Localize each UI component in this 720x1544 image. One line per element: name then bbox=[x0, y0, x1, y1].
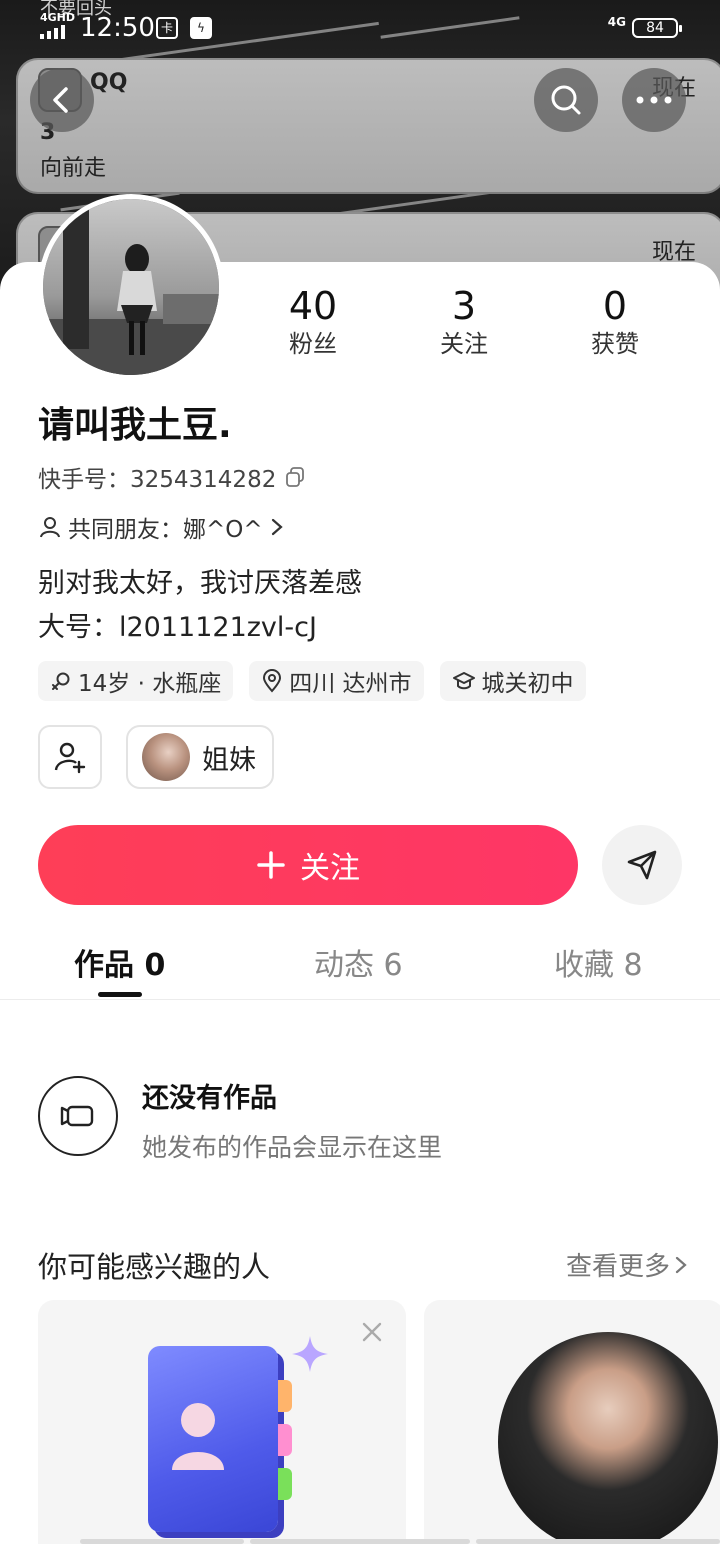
close-icon[interactable] bbox=[358, 1318, 386, 1346]
cellular-4g: 4G bbox=[607, 15, 626, 29]
add-person-icon bbox=[54, 742, 86, 774]
person-icon bbox=[40, 517, 60, 538]
stat-value: 40 bbox=[288, 284, 338, 328]
tag-age: 14岁 · 水瓶座 bbox=[38, 661, 234, 701]
recommended-user-avatar bbox=[498, 1332, 718, 1544]
see-more-link[interactable]: 查看更多 bbox=[566, 1246, 688, 1283]
empty-title: 还没有作品 bbox=[142, 1083, 277, 1114]
chevron-left-icon bbox=[53, 87, 68, 113]
back-button[interactable] bbox=[30, 68, 94, 132]
scroll-indicator bbox=[250, 1539, 470, 1544]
recommend-card-user[interactable] bbox=[424, 1300, 720, 1544]
tag-location: 四川 达州市 bbox=[249, 661, 424, 701]
bio-line: 大号：l2011121zvl-cJ bbox=[38, 612, 317, 643]
kuaishou-id-row[interactable]: 快手号：3254314282 bbox=[38, 460, 306, 494]
signal-icon bbox=[40, 25, 72, 39]
battery-icon: 84 bbox=[632, 18, 682, 38]
notification-app: QQ bbox=[90, 70, 128, 95]
tag-age-text: 14岁 · 水瓶座 bbox=[78, 671, 222, 697]
tab-favorites[interactable]: 收藏 8 bbox=[554, 940, 643, 984]
avatar-image bbox=[43, 199, 219, 375]
recommend-title: 你可能感兴趣的人 bbox=[38, 1250, 271, 1284]
more-button[interactable] bbox=[622, 68, 686, 132]
tag-location-text: 四川 达州市 bbox=[289, 671, 412, 697]
address-book-icon bbox=[148, 1346, 292, 1532]
see-more-label: 查看更多 bbox=[565, 1252, 670, 1282]
profile-tags: 14岁 · 水瓶座 四川 达州市 城关初中 bbox=[38, 661, 586, 701]
search-button[interactable] bbox=[534, 68, 598, 132]
relation-label: 姐妹 bbox=[202, 744, 256, 776]
status-bar: 4GHD 12:50 卡 ϟ 4G 84 bbox=[0, 0, 720, 56]
location-pin-icon bbox=[263, 669, 282, 693]
cover-notification: QQ 现在 3 向前走 bbox=[16, 58, 720, 194]
stat-likes[interactable]: 0 获赞 bbox=[550, 284, 680, 360]
stat-label: 关注 bbox=[440, 330, 488, 358]
video-camera-icon bbox=[38, 1076, 118, 1156]
profile-tabs: 作品 0 动态 6 收藏 8 bbox=[0, 930, 720, 1000]
empty-works: 还没有作品 她发布的作品会显示在这里 bbox=[38, 1076, 688, 1162]
graduation-cap-icon bbox=[452, 672, 475, 690]
kuaishou-id: 快手号：3254314282 bbox=[38, 467, 277, 493]
notification-body: 向前走 bbox=[40, 156, 107, 181]
plus-icon bbox=[257, 851, 285, 879]
stat-value: 0 bbox=[602, 284, 628, 328]
tag-school-text: 城关初中 bbox=[481, 671, 574, 697]
stat-label: 获赞 bbox=[591, 330, 639, 358]
mutual-friends-row[interactable]: 共同朋友：娜^O^ bbox=[38, 510, 285, 544]
empty-subtitle: 她发布的作品会显示在这里 bbox=[142, 1133, 443, 1162]
stat-followers[interactable]: 40 粉丝 bbox=[248, 284, 378, 360]
chevron-right-icon bbox=[271, 518, 283, 536]
mutual-friends: 共同朋友：娜^O^ bbox=[68, 517, 263, 543]
profile-name: 请叫我土豆. bbox=[38, 405, 232, 446]
avatar[interactable] bbox=[38, 194, 224, 380]
stat-label: 粉丝 bbox=[289, 330, 337, 358]
flash-icon: ϟ bbox=[190, 17, 212, 39]
profile-bio: 别对我太好，我讨厌落差感 大号：l2011121zvl-cJ bbox=[38, 562, 362, 650]
send-icon bbox=[627, 850, 657, 880]
search-icon bbox=[551, 85, 581, 115]
add-friend-button[interactable] bbox=[38, 725, 102, 789]
stat-value: 3 bbox=[451, 284, 477, 328]
chevron-right-icon bbox=[675, 1256, 687, 1273]
bio-line: 别对我太好，我讨厌落差感 bbox=[38, 568, 362, 599]
recommend-card-contacts[interactable] bbox=[38, 1300, 406, 1544]
tab-moments[interactable]: 动态 6 bbox=[314, 940, 403, 984]
stat-following[interactable]: 3 关注 bbox=[399, 284, 529, 360]
clock: 12:50 bbox=[80, 13, 155, 43]
scroll-indicator bbox=[476, 1539, 720, 1544]
tab-works[interactable]: 作品 0 bbox=[74, 940, 165, 984]
sim-icon: 卡 bbox=[156, 17, 178, 39]
tag-school: 城关初中 bbox=[439, 661, 586, 701]
more-horizontal-icon bbox=[636, 96, 672, 104]
sparkle-icon bbox=[292, 1336, 328, 1372]
copy-icon[interactable] bbox=[284, 466, 306, 488]
gender-female-icon bbox=[52, 672, 70, 690]
share-button[interactable] bbox=[602, 825, 682, 905]
follow-label: 关注 bbox=[300, 851, 360, 886]
recommend-header: 你可能感兴趣的人 查看更多 bbox=[38, 1240, 688, 1284]
relation-chip[interactable]: 姐妹 bbox=[126, 725, 274, 789]
tab-indicator bbox=[98, 992, 142, 997]
scroll-indicator bbox=[80, 1539, 244, 1544]
network-type: 4GHD bbox=[40, 11, 76, 24]
relation-avatar bbox=[142, 733, 190, 781]
follow-button[interactable]: 关注 bbox=[38, 825, 578, 905]
